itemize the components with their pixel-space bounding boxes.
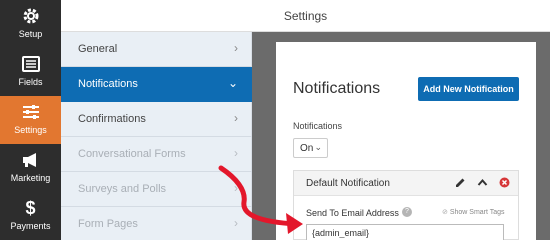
subnav-item-label: Notifications bbox=[78, 78, 138, 90]
list-icon bbox=[0, 54, 61, 74]
notifications-select[interactable]: On ⌄ bbox=[293, 138, 328, 158]
settings-subnav: General › Notifications ⌄ Confirmations … bbox=[61, 32, 252, 240]
send-to-email-input[interactable] bbox=[306, 224, 504, 240]
default-notification-card: Default Notification Send To Email Addre… bbox=[293, 170, 519, 240]
megaphone-icon bbox=[0, 150, 61, 170]
gear-icon bbox=[0, 6, 61, 26]
send-to-email-label: Send To Email Address bbox=[306, 208, 399, 218]
subnav-item-general[interactable]: General › bbox=[61, 32, 252, 67]
subnav-item-label: Confirmations bbox=[78, 113, 146, 125]
add-new-notification-button[interactable]: Add New Notification bbox=[418, 77, 519, 101]
notification-card-header[interactable]: Default Notification bbox=[294, 171, 518, 196]
show-smart-tags-link[interactable]: ⊘ Show Smart Tags bbox=[442, 208, 505, 216]
rail-item-fields[interactable]: Fields bbox=[0, 48, 61, 96]
rail-item-setup[interactable]: Setup bbox=[0, 0, 61, 48]
help-icon[interactable]: ? bbox=[402, 207, 412, 217]
notifications-field-label: Notifications bbox=[293, 121, 343, 131]
dollar-icon: $ bbox=[25, 197, 36, 218]
rail-item-marketing[interactable]: Marketing bbox=[0, 144, 61, 192]
rail-item-label: Fields bbox=[18, 77, 43, 87]
notification-title: Default Notification bbox=[306, 178, 390, 189]
page-title: Settings bbox=[283, 9, 328, 23]
notifications-panel: Notifications Add New Notification Notif… bbox=[276, 42, 536, 240]
sliders-icon bbox=[0, 102, 61, 122]
subnav-item-surveys-and-polls[interactable]: Surveys and Polls › bbox=[61, 172, 252, 207]
delete-icon[interactable] bbox=[499, 177, 510, 191]
header-bar: Settings bbox=[61, 0, 550, 32]
rail-item-label: Settings bbox=[14, 125, 47, 135]
chevron-right-icon: › bbox=[234, 111, 238, 125]
panel-title: Notifications bbox=[293, 80, 381, 97]
rail-item-label: Marketing bbox=[10, 173, 51, 183]
chevron-right-icon: › bbox=[234, 41, 238, 55]
chevron-down-icon: ⌄ bbox=[314, 142, 322, 152]
subnav-item-conversational-forms[interactable]: Conversational Forms › bbox=[61, 137, 252, 172]
app-nav-rail: Setup Fields Settings Marketing $ Paymen… bbox=[0, 0, 61, 240]
collapse-up-icon[interactable] bbox=[477, 177, 488, 191]
edit-pencil-icon[interactable] bbox=[455, 177, 466, 191]
chevron-right-icon: › bbox=[234, 216, 238, 230]
rail-item-payments[interactable]: $ Payments bbox=[0, 192, 61, 240]
rail-item-label: Setup bbox=[18, 29, 43, 39]
rail-item-label: Payments bbox=[10, 221, 51, 231]
smart-tags-label: Show Smart Tags bbox=[449, 209, 505, 216]
subnav-item-label: Form Pages bbox=[78, 218, 138, 230]
subnav-item-label: Surveys and Polls bbox=[78, 183, 167, 195]
subnav-item-notifications[interactable]: Notifications ⌄ bbox=[61, 67, 252, 102]
subnav-item-label: General bbox=[78, 43, 118, 55]
subnav-item-form-pages[interactable]: Form Pages › bbox=[61, 207, 252, 240]
subnav-item-label: Conversational Forms bbox=[78, 148, 186, 160]
chevron-down-icon: ⌄ bbox=[227, 76, 238, 90]
subnav-item-confirmations[interactable]: Confirmations › bbox=[61, 102, 252, 137]
select-value: On bbox=[300, 143, 314, 154]
content-area: Notifications Add New Notification Notif… bbox=[252, 32, 550, 240]
rail-item-settings[interactable]: Settings bbox=[0, 96, 61, 144]
chevron-right-icon: › bbox=[234, 146, 238, 160]
chevron-right-icon: › bbox=[234, 181, 238, 195]
tag-icon: ⊘ bbox=[442, 209, 448, 216]
